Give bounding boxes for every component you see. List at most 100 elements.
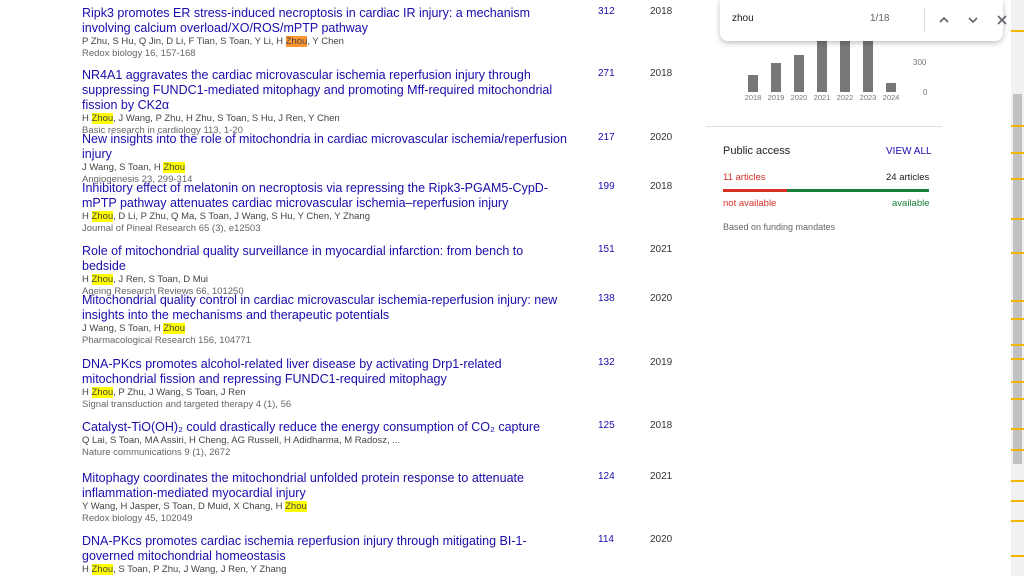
cited-by-count[interactable]: 271 xyxy=(598,68,615,79)
available-bar xyxy=(787,189,929,192)
divider xyxy=(706,126,942,127)
authors-text: , S Toan, P Zhu, J Wang, J Ren, Y Zhang xyxy=(113,564,287,575)
close-icon xyxy=(997,15,1007,25)
article-venue: Redox biology 45, 102049 xyxy=(82,513,193,524)
article-year: 2021 xyxy=(650,244,673,255)
article-row: Mitochondrial quality control in cardiac… xyxy=(82,293,682,347)
chart-bar[interactable] xyxy=(771,63,781,92)
article-year: 2021 xyxy=(650,471,673,482)
cited-by-count[interactable]: 217 xyxy=(598,132,615,143)
scrollbar-thumb[interactable] xyxy=(1013,94,1022,464)
article-authors: H Zhou, P Zhu, J Wang, S Toan, J Ren xyxy=(82,387,682,399)
article-row: Role of mitochondrial quality surveillan… xyxy=(82,244,682,298)
chevron-down-icon xyxy=(968,17,978,24)
search-highlight: Zhou xyxy=(285,36,308,47)
available-label: available xyxy=(892,198,930,209)
article-title-link[interactable]: DNA-PKcs promotes alcohol-related liver … xyxy=(82,357,570,387)
article-authors: P Zhu, S Hu, Q Jin, D Li, F Tian, S Toan… xyxy=(82,36,682,48)
available-count[interactable]: 24 articles xyxy=(886,172,929,183)
authors-text: H xyxy=(82,211,92,222)
scrollbar-match-marker xyxy=(1011,300,1024,302)
cited-by-count[interactable]: 138 xyxy=(598,293,615,304)
cited-by-count[interactable]: 132 xyxy=(598,357,615,368)
find-close-button[interactable] xyxy=(991,8,1013,32)
scrollbar-match-marker xyxy=(1011,358,1024,360)
authors-text: , J Ren, S Toan, D Mui xyxy=(113,274,209,285)
x-tick: 2019 xyxy=(767,93,785,102)
article-row: Inhibitory effect of melatonin on necrop… xyxy=(82,181,682,235)
scrollbar-match-marker xyxy=(1011,500,1024,502)
cited-by-count[interactable]: 124 xyxy=(598,471,615,482)
search-highlight: Zhou xyxy=(91,211,114,222)
article-year: 2018 xyxy=(650,68,673,79)
find-next-button[interactable] xyxy=(962,8,984,32)
search-highlight: Zhou xyxy=(91,387,114,398)
find-input[interactable]: zhou xyxy=(732,13,754,24)
article-authors: J Wang, S Toan, H Zhou xyxy=(82,323,682,335)
article-authors: H Zhou, J Ren, S Toan, D Mui xyxy=(82,274,682,286)
find-bar: zhou 1/18 xyxy=(720,0,1007,41)
article-title-link[interactable]: Mitophagy coordinates the mitochondrial … xyxy=(82,471,570,501)
find-match-count: 1/18 xyxy=(870,13,890,24)
article-title-link[interactable]: Inhibitory effect of melatonin on necrop… xyxy=(82,181,570,211)
cited-by-count[interactable]: 312 xyxy=(598,6,615,17)
search-highlight: Zhou xyxy=(163,323,185,334)
article-authors: Y Wang, H Jasper, S Toan, D Muid, X Chan… xyxy=(82,501,682,513)
authors-text: H xyxy=(82,387,92,398)
article-venue: Pharmacological Research 156, 104771 xyxy=(82,335,251,346)
x-tick: 2024 xyxy=(882,93,900,102)
authors-text: , Y Chen xyxy=(307,36,344,47)
x-tick: 2020 xyxy=(790,93,808,102)
authors-text: H xyxy=(82,564,92,575)
authors-text: P Zhu, S Hu, Q Jin, D Li, F Tian, S Toan… xyxy=(82,36,286,47)
chart-bar[interactable] xyxy=(886,82,896,92)
article-year: 2018 xyxy=(650,6,673,17)
scrollbar-match-marker xyxy=(1011,480,1024,482)
article-title-link[interactable]: Catalyst-TiO(OH)₂ could drastically redu… xyxy=(82,420,570,435)
find-previous-button[interactable] xyxy=(933,8,955,32)
scrollbar-match-marker xyxy=(1011,178,1024,180)
citations-chart: 300 0 2018 2019 2020 2021 2022 2023 2024 xyxy=(720,30,950,110)
article-row: Catalyst-TiO(OH)₂ could drastically redu… xyxy=(82,420,682,459)
cited-by-count[interactable]: 125 xyxy=(598,420,615,431)
chart-bar[interactable] xyxy=(863,34,873,92)
scrollbar-match-marker xyxy=(1011,125,1024,127)
article-title-link[interactable]: Role of mitochondrial quality surveillan… xyxy=(82,244,570,274)
scrollbar-match-marker xyxy=(1011,449,1024,451)
scrollbar-match-marker xyxy=(1011,318,1024,320)
article-authors: H Zhou, D Li, P Zhu, Q Ma, S Toan, J Wan… xyxy=(82,211,682,223)
authors-text: Y Wang, H Jasper, S Toan, D Muid, X Chan… xyxy=(82,501,286,512)
article-title-link[interactable]: Ripk3 promotes ER stress-induced necropt… xyxy=(82,6,570,36)
article-title-link[interactable]: NR4A1 aggravates the cardiac microvascul… xyxy=(82,68,570,113)
authors-text: , P Zhu, J Wang, S Toan, J Ren xyxy=(113,387,246,398)
search-highlight: Zhou xyxy=(91,274,114,285)
article-row: NR4A1 aggravates the cardiac microvascul… xyxy=(82,68,682,137)
authors-text: J Wang, S Toan, H xyxy=(82,162,164,173)
cited-by-count[interactable]: 151 xyxy=(598,244,615,255)
article-row: Mitophagy coordinates the mitochondrial … xyxy=(82,471,682,525)
scrollbar-match-marker xyxy=(1011,428,1024,430)
x-tick: 2021 xyxy=(813,93,831,102)
not-available-count[interactable]: 11 articles xyxy=(723,172,766,183)
scrollbar-match-marker xyxy=(1011,398,1024,400)
x-tick: 2022 xyxy=(836,93,854,102)
article-venue: Nature communications 9 (1), 2672 xyxy=(82,447,231,458)
authors-text: , D Li, P Zhu, Q Ma, S Toan, J Wang, S H… xyxy=(113,211,370,222)
search-highlight: Zhou xyxy=(91,113,114,124)
scrollbar-match-marker xyxy=(1011,381,1024,383)
chart-bar[interactable] xyxy=(748,74,758,92)
cited-by-count[interactable]: 199 xyxy=(598,181,615,192)
find-separator xyxy=(924,8,925,32)
cited-by-count[interactable]: 114 xyxy=(598,534,614,545)
article-title-link[interactable]: Mitochondrial quality control in cardiac… xyxy=(82,293,570,323)
article-row: Ripk3 promotes ER stress-induced necropt… xyxy=(82,6,682,60)
scrollbar-match-marker xyxy=(1011,252,1024,254)
article-title-link[interactable]: DNA-PKcs promotes cardiac ischemia reper… xyxy=(82,534,570,564)
view-all-link[interactable]: VIEW ALL xyxy=(886,146,932,157)
article-year: 2018 xyxy=(650,181,673,192)
article-year: 2018 xyxy=(650,420,673,431)
article-title-link[interactable]: New insights into the role of mitochondr… xyxy=(82,132,570,162)
article-row: DNA-PKcs promotes cardiac ischemia reper… xyxy=(82,534,682,576)
y-tick: 0 xyxy=(923,88,928,97)
chart-bar[interactable] xyxy=(794,55,804,92)
